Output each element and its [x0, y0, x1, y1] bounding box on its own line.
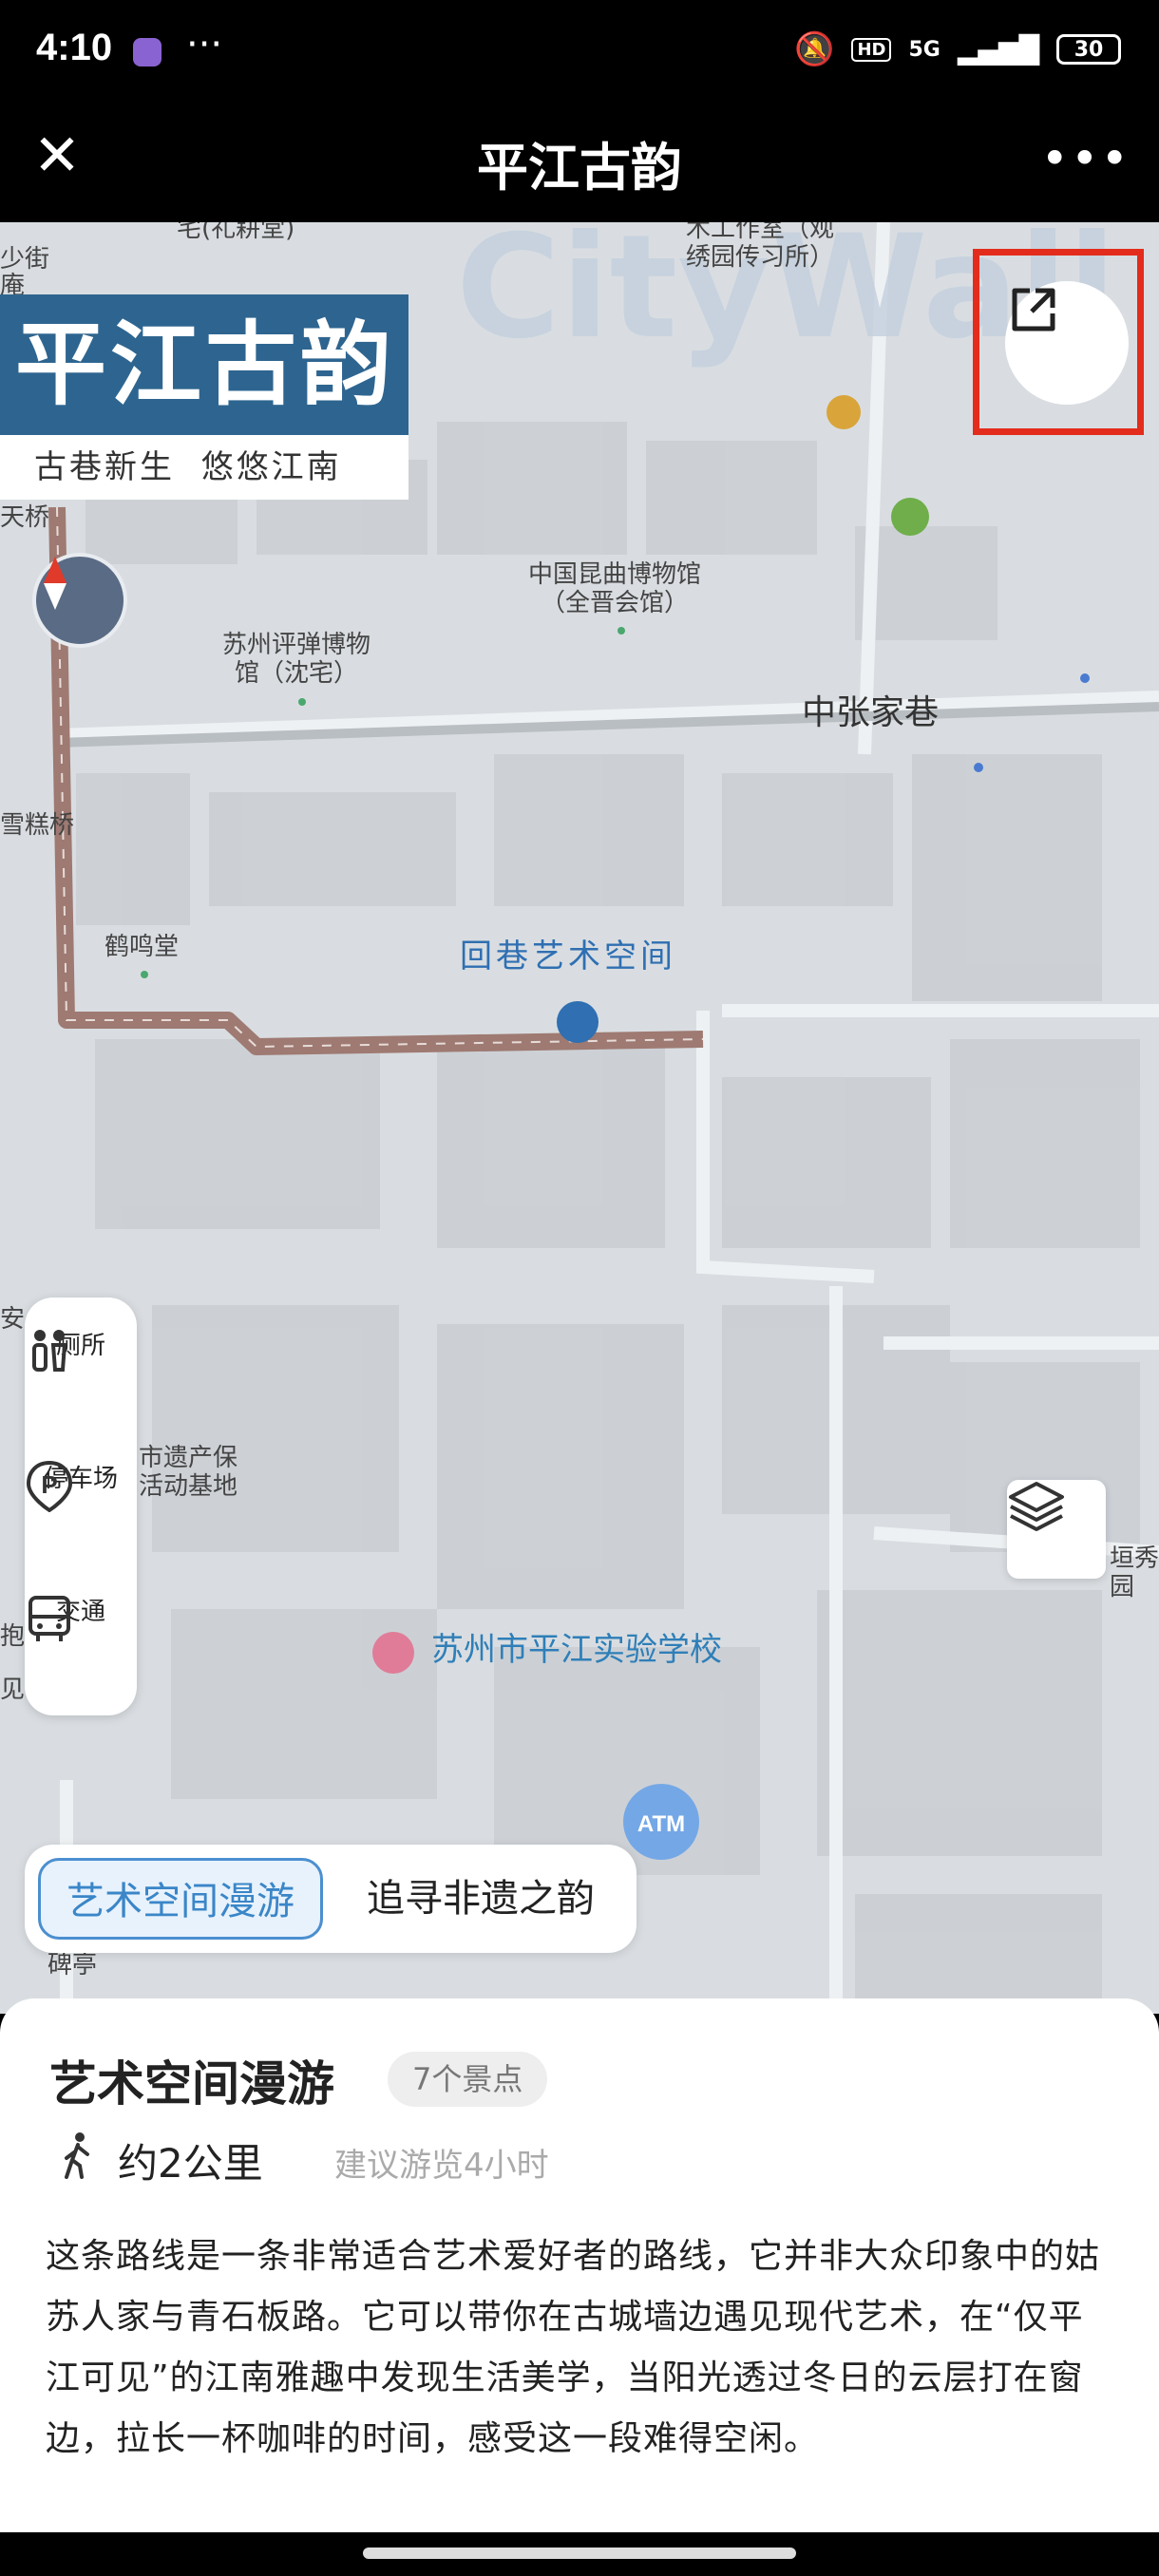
poi-filter-panel: 厕所 P 停车场 交通	[25, 1297, 137, 1715]
banner-title: 平江古韵	[0, 294, 408, 435]
map-label-bei: 碑亭	[48, 1951, 98, 1979]
compass-icon[interactable]	[32, 553, 127, 648]
layers-button[interactable]	[1007, 1480, 1106, 1579]
open-external-button[interactable]	[1005, 281, 1129, 405]
svg-text:P: P	[41, 1470, 57, 1499]
app-notification-icon	[133, 38, 162, 66]
signal-icon: ▂▄▆█	[957, 33, 1039, 66]
home-indicator-bar[interactable]	[363, 2548, 796, 2559]
map-label-huixiang: 回巷艺术空间	[460, 938, 676, 975]
map-label-school: 苏州市平江实验学校	[431, 1631, 722, 1669]
network-label: 5G	[908, 37, 940, 62]
map-label-top-studio: 木工作室（观 绣园传习所）	[686, 222, 835, 272]
route-description: 这条路线是一条非常适合艺术爱好者的路线，它并非大众印象中的姑苏人家与青石板路。它…	[46, 2237, 1101, 2458]
route-banner: 平江古韵 古巷新生 悠悠江南	[0, 294, 408, 500]
map-label-heming: 鹤鸣堂	[104, 933, 180, 961]
map-label-bao: 抱	[0, 1622, 26, 1651]
route-distance: 约2公里	[118, 2140, 263, 2187]
poi-transport[interactable]: 交通	[25, 1592, 137, 1641]
map-label-gaoqiao: 雪糕桥	[0, 811, 75, 840]
tree-icon	[891, 498, 929, 536]
status-more-dots: ···	[186, 23, 223, 66]
map-label-top-left1: 宅(礼耕堂)	[177, 222, 295, 243]
map-label-top-left2: 少街	[0, 245, 50, 274]
route-title: 艺术空间漫游	[49, 2056, 334, 2112]
nav-bar: ✕ 平江古韵 •••	[0, 104, 1159, 222]
gallery-pin-icon[interactable]	[557, 1001, 598, 1043]
route-detail-sheet: 艺术空间漫游 7个景点 约2公里 建议游览4小时 这条路线是一条非常适合艺术爱好…	[0, 1998, 1159, 2532]
map-label-kunqu-museum: 中国昆曲博物馆 （全晋会馆）	[528, 560, 702, 617]
map-label-an: 安	[0, 1305, 26, 1334]
tab-heritage[interactable]: 追寻非遗之韵	[338, 1858, 623, 1940]
hd-badge: HD	[851, 37, 892, 62]
map-view[interactable]: CityWall ATM 宅(礼耕堂) 少街 庵 木工作室（观 绣园传习所） 天…	[0, 222, 1159, 2014]
spots-badge: 7个景点	[388, 2052, 548, 2107]
banner-subtitle: 古巷新生 悠悠江南	[0, 435, 408, 500]
poi-parking[interactable]: P 停车场	[25, 1459, 137, 1512]
route-duration: 建议游览4小时	[334, 2147, 549, 2185]
atm-label: ATM	[637, 1811, 685, 1837]
map-label-zhongzhangjia: 中张家巷	[802, 693, 940, 732]
page-title: 平江古韵	[477, 138, 682, 198]
poi-toilet[interactable]: 厕所	[25, 1326, 137, 1372]
layers-icon	[1009, 1482, 1064, 1531]
school-pin-icon[interactable]	[372, 1632, 414, 1674]
map-label-park: 垣秀园	[1110, 1544, 1159, 1601]
compass-needle	[44, 557, 66, 610]
home-indicator	[0, 2532, 1159, 2576]
battery-level: 30	[1074, 37, 1104, 62]
walking-icon	[59, 2131, 97, 2189]
more-icon[interactable]: •••	[1041, 131, 1130, 186]
open-external-icon	[1012, 288, 1055, 331]
route-tabs: 艺术空间漫游 追寻非遗之韵	[25, 1845, 636, 1953]
status-bar: 4:10 ··· 🔕 HD 5G ▂▄▆█ 30	[0, 0, 1159, 104]
mute-icon: 🔕	[794, 30, 835, 68]
map-label-jian: 见	[0, 1676, 26, 1704]
status-right: 🔕 HD 5G ▂▄▆█ 30	[794, 30, 1121, 68]
map-label-tianqiao: 天桥	[0, 503, 50, 532]
tree-icon	[826, 395, 861, 429]
map-label-heritage: 市遗产保 活动基地	[139, 1444, 238, 1501]
tab-art-space[interactable]: 艺术空间漫游	[38, 1858, 323, 1940]
map-label-pingtan-museum: 苏州评弹博物 馆（沈宅）	[222, 631, 371, 688]
battery-icon: 30	[1056, 34, 1121, 65]
status-time: 4:10	[36, 27, 113, 68]
